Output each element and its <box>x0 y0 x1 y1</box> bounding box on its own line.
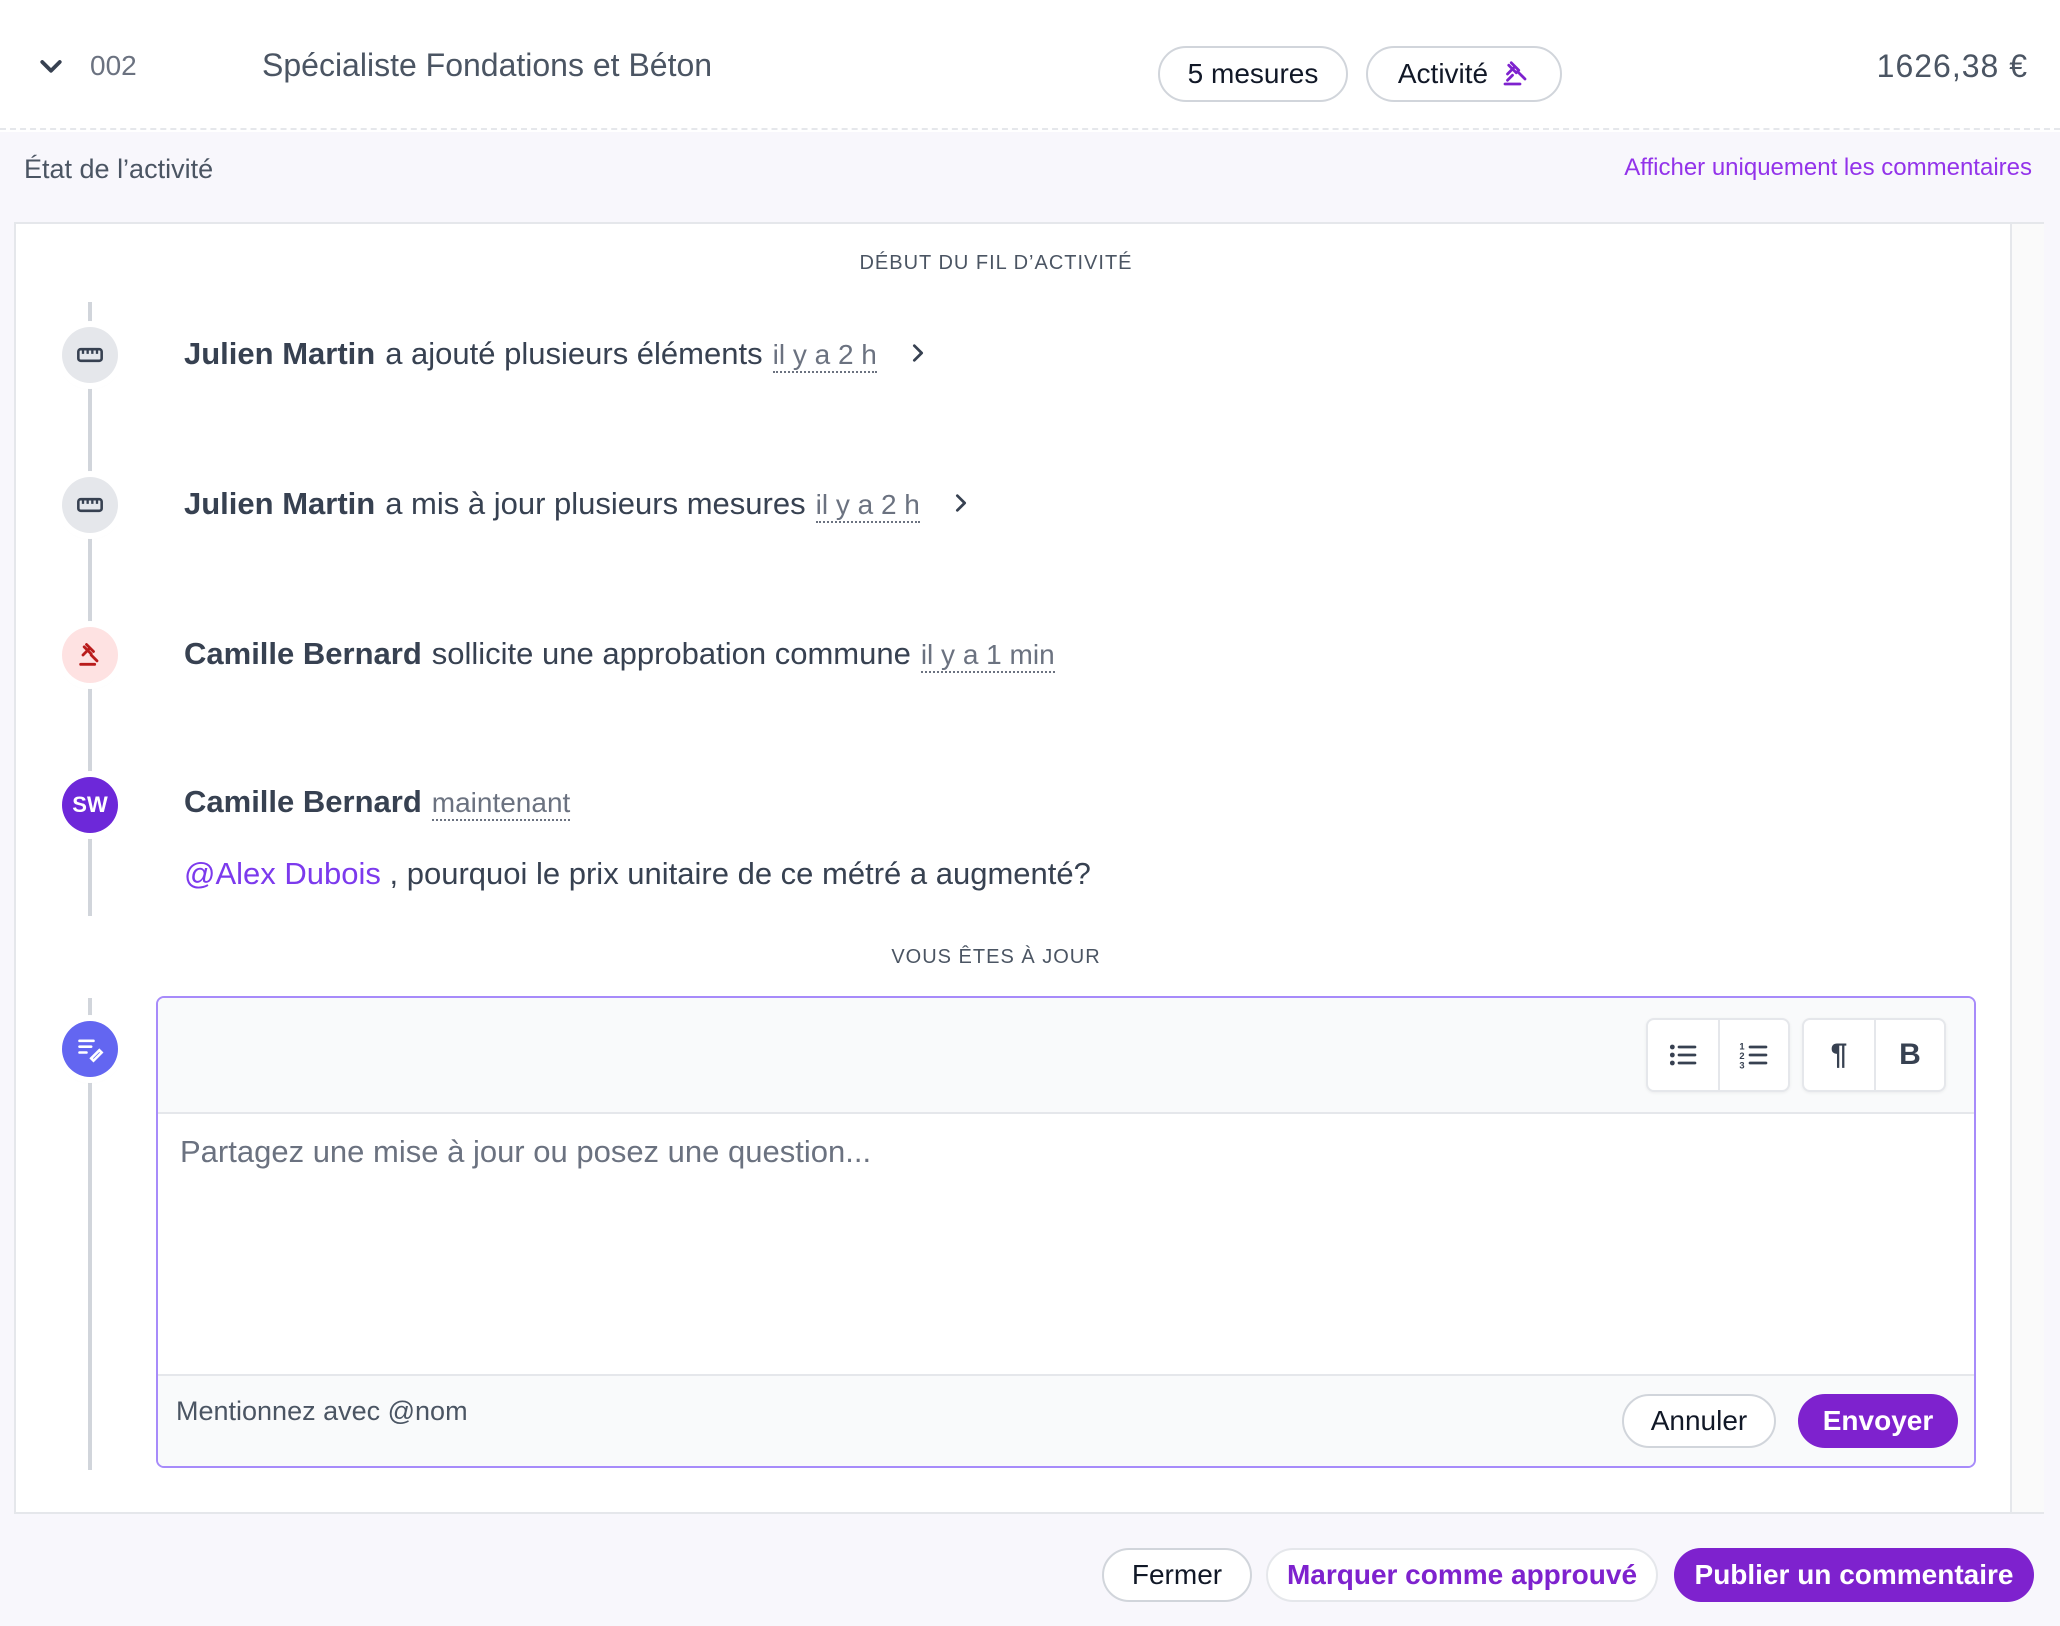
section-title: État de l’activité <box>24 154 214 184</box>
event-author: Julien Martin <box>184 486 376 521</box>
numbered-list-icon: 123 <box>1739 1042 1768 1070</box>
editor-footer: Mentionnez avec @nom Annuler Envoyer <box>158 1374 1974 1466</box>
compose-icon-badge <box>62 1021 118 1077</box>
item-amount: 1626,38 € <box>1876 48 2028 84</box>
feed-start-label: DÉBUT DU FIL D’ACTIVITÉ <box>859 252 1133 274</box>
bullet-list-button[interactable] <box>1648 1020 1718 1090</box>
comment-editor: 123 ¶ B Mentionnez avec @nom Annuler Env… <box>156 996 1976 1468</box>
event-author: Julien Martin <box>184 336 376 371</box>
measures-pill[interactable]: 5 mesures <box>1158 46 1348 102</box>
comment-text: , pourquoi le prix unitaire de ce métré … <box>380 856 1091 891</box>
numbered-list-button[interactable]: 123 <box>1718 1020 1788 1090</box>
publish-comment-button[interactable]: Publier un commentaire <box>1674 1548 2034 1602</box>
comment-time: maintenant <box>431 787 571 821</box>
event-time: il y a 2 h <box>815 489 920 523</box>
activity-section-bar: État de l’activité Afficher uniquement l… <box>0 132 2060 222</box>
event-icon-approval <box>62 627 118 683</box>
format-button-group: ¶ B <box>1802 1018 1946 1092</box>
activity-pill-label: Activité <box>1397 58 1489 89</box>
ruler-icon <box>77 347 103 363</box>
list-button-group: 123 <box>1646 1018 1790 1092</box>
bold-button[interactable]: B <box>1874 1020 1944 1090</box>
paragraph-icon: ¶ <box>1830 1038 1848 1071</box>
panel-scrollbar[interactable] <box>2010 224 2044 1512</box>
compose-icon <box>78 1039 104 1063</box>
measures-pill-label: 5 mesures <box>1187 58 1319 89</box>
event-time: il y a 1 min <box>920 639 1055 673</box>
gavel-icon <box>1503 61 1527 86</box>
avatar: SW <box>62 777 118 833</box>
comment-author: Camille Bernard <box>184 784 422 819</box>
cancel-button[interactable]: Annuler <box>1622 1394 1776 1448</box>
bold-icon: B <box>1899 1038 1921 1071</box>
event-author: Camille Bernard <box>184 636 422 671</box>
feed-end-label: VOUS ÊTES À JOUR <box>891 946 1101 968</box>
chevron-down-icon[interactable] <box>36 52 66 82</box>
comment-body: @Alex Dubois , pourquoi le prix unitaire… <box>184 856 1091 892</box>
mark-approved-button[interactable]: Marquer comme approuvé <box>1266 1548 1658 1602</box>
comment-header: Camille Bernard maintenant <box>184 784 571 821</box>
paragraph-button[interactable]: ¶ <box>1804 1020 1874 1090</box>
event-time: il y a 2 h <box>772 339 877 373</box>
chevron-right-icon[interactable] <box>950 489 972 521</box>
editor-toolbar: 123 ¶ B <box>158 998 1974 1114</box>
mention-hint: Mentionnez avec @nom <box>176 1396 468 1426</box>
activity-event: Julien Martin a ajouté plusieurs élément… <box>184 336 929 373</box>
event-icon-measures <box>62 477 118 533</box>
event-action: a ajouté plusieurs éléments <box>385 336 763 371</box>
line-item-header: 002 Spécialiste Fondations et Béton 5 me… <box>0 0 2060 130</box>
ruler-icon <box>77 497 103 513</box>
close-button[interactable]: Fermer <box>1102 1548 1252 1602</box>
send-button[interactable]: Envoyer <box>1798 1394 1958 1448</box>
show-comments-only-link[interactable]: Afficher uniquement les commentaires <box>1624 154 2032 182</box>
event-action: sollicite une approbation commune <box>431 636 911 671</box>
svg-text:3: 3 <box>1739 1060 1744 1070</box>
item-code: 002 <box>90 50 137 81</box>
comment-input[interactable] <box>158 1114 1974 1374</box>
activity-pill[interactable]: Activité <box>1366 46 1562 102</box>
user-mention[interactable]: @Alex Dubois <box>184 856 381 891</box>
chevron-right-icon[interactable] <box>907 339 929 371</box>
item-title: Spécialiste Fondations et Béton <box>262 47 713 83</box>
avatar-initials: SW <box>72 792 108 817</box>
bullet-list-icon <box>1669 1044 1697 1066</box>
activity-event: Julien Martin a mis à jour plusieurs mes… <box>184 486 972 523</box>
gavel-icon <box>79 643 99 666</box>
event-icon-measures <box>62 327 118 383</box>
event-action: a mis à jour plusieurs mesures <box>385 486 806 521</box>
activity-event: Camille Bernard sollicite une approbatio… <box>184 636 1055 673</box>
